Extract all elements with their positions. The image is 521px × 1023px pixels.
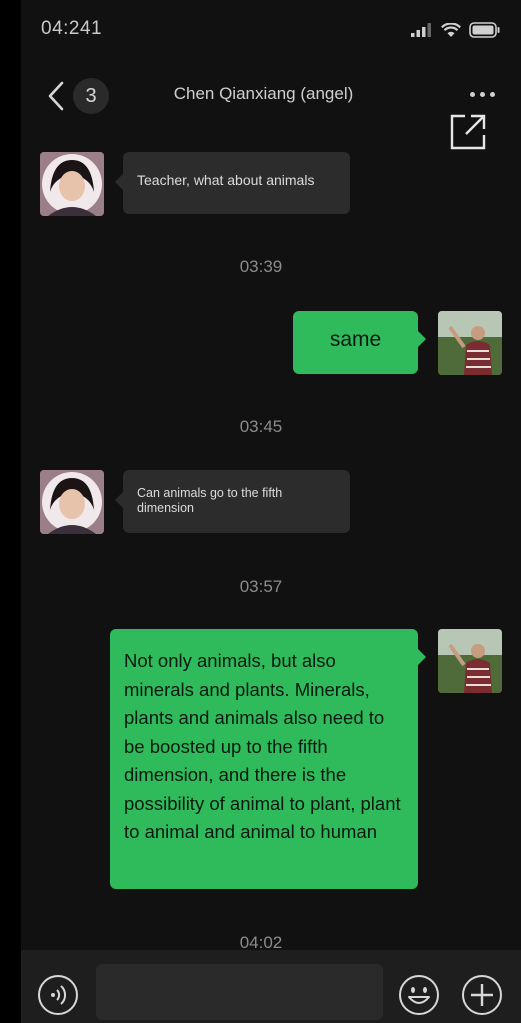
emoji-icon[interactable] <box>398 974 440 1016</box>
message-text-input[interactable] <box>96 964 383 1020</box>
status-time: 04:241 <box>41 18 103 39</box>
more-dots-icon <box>470 92 475 97</box>
more-options-button[interactable] <box>470 92 495 97</box>
open-external-icon[interactable] <box>449 113 487 151</box>
message-text: Can animals go to the fifth dimension <box>137 486 283 515</box>
my-avatar[interactable] <box>438 629 502 693</box>
chat-title: Chen Qianxiang (angel) <box>173 84 354 103</box>
chat-screen: 04:241 3 Chen Qianxiang (angel) Teacher,… <box>0 0 521 1023</box>
message-input-bar <box>21 950 521 1023</box>
battery-icon <box>469 22 500 38</box>
signal-icon <box>411 23 431 37</box>
contact-avatar[interactable] <box>40 152 104 216</box>
status-icons <box>411 22 501 38</box>
message-text: Teacher, what about animals <box>137 172 315 188</box>
chat-header: 3 Chen Qianxiang (angel) <box>21 64 521 128</box>
message-timestamp: 03:45 <box>239 417 283 436</box>
contact-avatar[interactable] <box>40 470 104 534</box>
message-text: same <box>329 328 382 351</box>
message-bubble-incoming[interactable]: Can animals go to the fifth dimension <box>115 470 350 533</box>
message-bubble-outgoing[interactable]: same <box>293 311 426 374</box>
chevron-left-icon <box>48 81 64 111</box>
wifi-icon <box>441 22 461 37</box>
message-bubble-incoming[interactable]: Teacher, what about animals <box>115 152 350 214</box>
plus-icon[interactable] <box>461 974 503 1016</box>
status-bar: 04:241 <box>21 0 521 60</box>
message-bubble-outgoing[interactable]: Not only animals, but also minerals and … <box>110 629 426 889</box>
unread-count-badge[interactable]: 3 <box>73 78 109 114</box>
message-timestamp: 03:39 <box>239 257 283 276</box>
my-avatar[interactable] <box>438 311 502 375</box>
avatar-image <box>40 470 104 534</box>
left-edge-strip <box>0 0 21 1023</box>
message-text: Not only animals, but also minerals and … <box>124 650 401 842</box>
avatar-image <box>40 152 104 216</box>
avatar-image <box>438 311 502 375</box>
voice-icon[interactable] <box>37 974 79 1016</box>
back-button[interactable] <box>41 78 71 114</box>
message-timestamp: 03:57 <box>239 577 283 596</box>
avatar-image <box>438 629 502 693</box>
